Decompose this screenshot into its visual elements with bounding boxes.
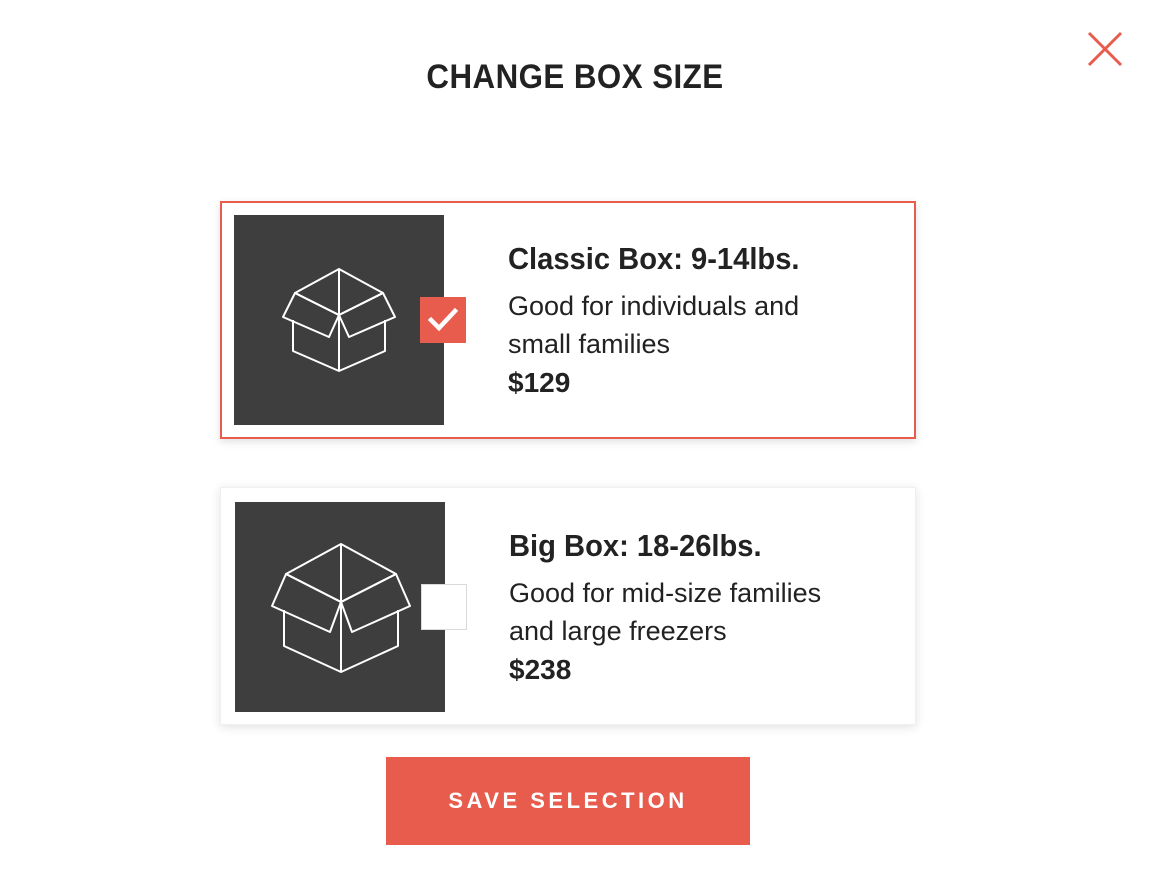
option-price: $129 xyxy=(508,367,571,398)
checkmark-icon xyxy=(427,307,459,332)
option-checkbox-checked[interactable] xyxy=(420,297,466,343)
option-name: Big Box: 18-26lbs. xyxy=(509,528,762,563)
option-price: $238 xyxy=(509,654,572,685)
option-name: Classic Box: 9-14lbs. xyxy=(508,241,800,276)
modal-title: CHANGE BOX SIZE xyxy=(426,58,724,96)
box-option-classic[interactable]: Classic Box: 9-14lbs. Good for individua… xyxy=(220,201,916,439)
box-icon xyxy=(271,543,411,673)
box-thumbnail xyxy=(235,502,445,712)
box-icon xyxy=(282,268,396,372)
option-details: Classic Box: 9-14lbs. Good for individua… xyxy=(508,239,888,401)
option-checkbox-unchecked[interactable] xyxy=(421,584,467,630)
option-description: Good for mid-size families and large fre… xyxy=(509,578,822,646)
option-description: Good for individuals and small families xyxy=(508,291,800,359)
box-thumbnail xyxy=(234,215,444,425)
save-selection-button[interactable]: SAVE SELECTION xyxy=(386,757,750,845)
box-option-big[interactable]: Big Box: 18-26lbs. Good for mid-size fam… xyxy=(220,487,916,725)
option-details: Big Box: 18-26lbs. Good for mid-size fam… xyxy=(509,526,889,688)
change-box-size-modal: CHANGE BOX SIZE Classic Box: 9-14lbs. Go… xyxy=(0,0,1150,893)
